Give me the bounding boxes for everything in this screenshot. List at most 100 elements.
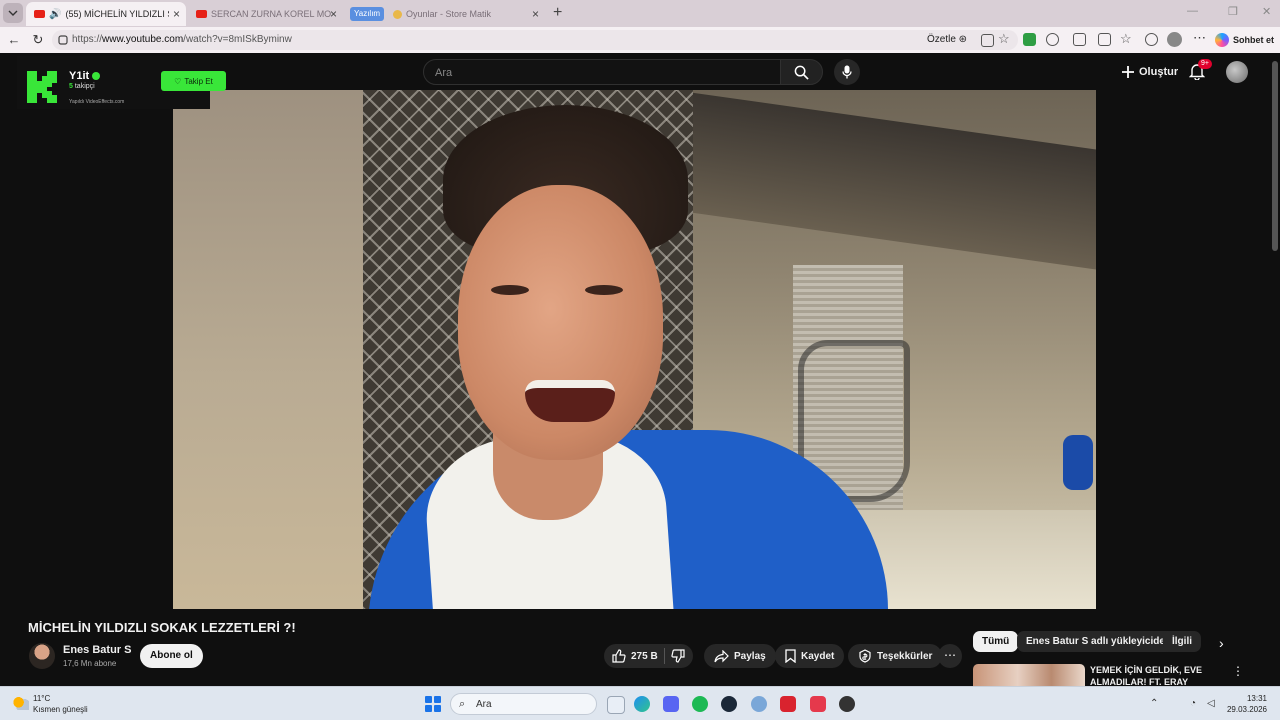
reload-button[interactable]: ↻ [30,32,46,48]
bookmark-icon [785,649,796,663]
overlay-follow-button[interactable]: ♡ Takip Et [161,71,226,91]
url-text: https://www.youtube.com/watch?v=8mISkBym… [72,34,292,45]
browser-essentials-icon[interactable] [1098,33,1111,46]
page-scrollbar[interactable] [1272,61,1278,251]
tab-list-button[interactable] [3,3,23,23]
settings-more-icon[interactable]: ⋯ [1193,30,1206,46]
start-button[interactable] [425,696,441,712]
copilot-chat-button[interactable]: Sohbet et [1215,33,1274,47]
tab-title: SERCAN ZURNA KOREL MODEL [211,9,331,19]
share-button[interactable]: Paylaş [704,644,776,668]
summarize-button[interactable]: Özetle ⊛ [927,34,967,45]
chevron-right-icon[interactable]: › [1219,635,1224,651]
favorite-star-icon[interactable]: ☆ [998,31,1010,47]
back-button[interactable]: ← [6,32,22,48]
taskbar-search[interactable]: ⌕ Ara [450,693,597,715]
windows-logo-icon [425,696,432,703]
search-input[interactable]: Ara [423,59,781,85]
recommended-title[interactable]: YEMEK İÇİN GELDİK, EVE ALMADILAR! FT. ER… [1090,664,1215,686]
copilot-icon [1215,33,1229,47]
save-button[interactable]: Kaydet [775,644,845,668]
obs-icon[interactable] [839,696,855,712]
video-scene-scooter [1063,435,1093,490]
tab-group-label[interactable]: Yazılım [350,7,385,21]
task-view-icon[interactable] [607,696,625,714]
thumbs-up-icon [612,649,626,663]
volume-icon[interactable]: ◁ [1207,698,1215,709]
history-icon[interactable] [1145,33,1158,46]
like-divider [663,648,665,664]
vivaldi-icon[interactable] [810,696,826,712]
split-screen-icon[interactable] [1073,33,1086,46]
channel-name[interactable]: Enes Batur S [63,644,131,656]
window-close-button[interactable]: ✕ [1262,5,1271,18]
overlay-powered-by: Yapıldı VideoEffects.com [69,99,125,105]
subscribe-button[interactable]: Abone ol [140,644,203,668]
like-count: 275 B [631,650,658,662]
thumbs-down-icon[interactable] [671,649,685,663]
new-tab-button[interactable]: + [553,4,562,22]
taskbar: 11°C Kısmen güneşli ⌕ Ara ⌃ ◔ ◁ 13:31 29… [0,686,1280,720]
like-dislike-group: 275 B [604,644,693,668]
channel-avatar[interactable] [29,643,55,669]
more-icon: ⋯ [944,648,956,662]
favorites-icon[interactable]: ☆ [1120,31,1132,47]
notification-badge: 9+ [1198,59,1212,69]
recommended-thumbnail[interactable] [973,664,1085,686]
tab-store-matik[interactable]: Oyunlar - Store Matik × [385,2,545,26]
address-bar[interactable]: https://www.youtube.com/watch?v=8mISkBym… [52,30,1018,50]
overlay-channel-name: Y1it [69,70,101,82]
profile-icon[interactable] [1167,32,1182,47]
close-icon[interactable]: × [173,7,180,21]
verified-check-icon [92,72,101,80]
heart-icon: ♡ [174,76,182,86]
spotify-icon[interactable] [692,696,708,712]
minimize-button[interactable]: — [1187,5,1198,17]
maximize-button[interactable]: ❐ [1228,5,1238,18]
network-app-icon[interactable] [751,696,767,712]
search-button[interactable] [780,59,823,85]
extension-shield-icon[interactable] [1023,33,1036,46]
chip-related[interactable]: İlgili [1163,631,1201,652]
tab-youtube-video[interactable]: 🔊 (55) MİCHELİN YILDIZLI SOKAK LEZZETLER… [26,2,186,26]
weather-temperature[interactable]: 11°C [33,694,50,703]
overlay-followers: 5 takipçi [69,83,95,90]
tab-title: (55) MİCHELİN YILDIZLI SOKAK LEZZETLERİ … [65,9,169,19]
youtube-page: Ara Oluştur 9+ Y1it 5 takipçi Yapıldı Vi… [0,53,1280,686]
video-person-eye [491,285,529,295]
more-actions-button[interactable]: ⋯ [938,644,962,668]
clock-time[interactable]: 13:31 [1229,694,1267,703]
video-person-mouth [525,380,615,422]
browser-toolbar: ← ↻ https://www.youtube.com/watch?v=8mIS… [0,27,1280,53]
close-icon[interactable]: × [330,7,337,21]
weather-icon[interactable] [13,696,29,710]
extensions-icon[interactable] [1046,33,1059,46]
translate-icon[interactable] [981,34,994,47]
kick-logo-icon [27,71,57,103]
close-icon[interactable]: × [532,7,539,21]
tray-overflow-icon[interactable]: ⌃ [1150,698,1158,709]
discord-icon[interactable] [663,696,679,712]
recommended-more-icon[interactable]: ⋮ [1232,664,1244,678]
tab-strip: 🔊 (55) MİCHELİN YILDIZLI SOKAK LEZZETLER… [0,0,1280,27]
microphone-icon [842,65,852,79]
wifi-icon[interactable]: ◔ [1190,698,1196,709]
steam-icon[interactable] [721,696,737,712]
tab-title: Oyunlar - Store Matik [406,9,492,19]
like-button[interactable]: 275 B [612,649,658,663]
tab-sercan-zurna[interactable]: SERCAN ZURNA KOREL MODEL × [188,2,343,26]
chip-all[interactable]: Tümü [973,631,1019,652]
site-info-icon[interactable] [58,35,68,45]
account-avatar[interactable] [1226,61,1248,83]
search-icon: ⌕ [459,698,466,710]
red-app-icon[interactable] [780,696,796,712]
video-scene-wall [173,90,378,609]
video-player[interactable] [173,90,1096,609]
thanks-button[interactable]: Teşekkürler [848,644,943,668]
edge-icon[interactable] [634,696,650,712]
create-button[interactable]: Oluştur [1112,60,1188,84]
voice-search-button[interactable] [834,59,860,85]
weather-condition[interactable]: Kısmen güneşli [33,705,88,714]
chip-from-uploader[interactable]: Enes Batur S adlı yükleyiciden [1017,631,1181,652]
clock-date[interactable]: 29.03.2026 [1221,705,1267,714]
